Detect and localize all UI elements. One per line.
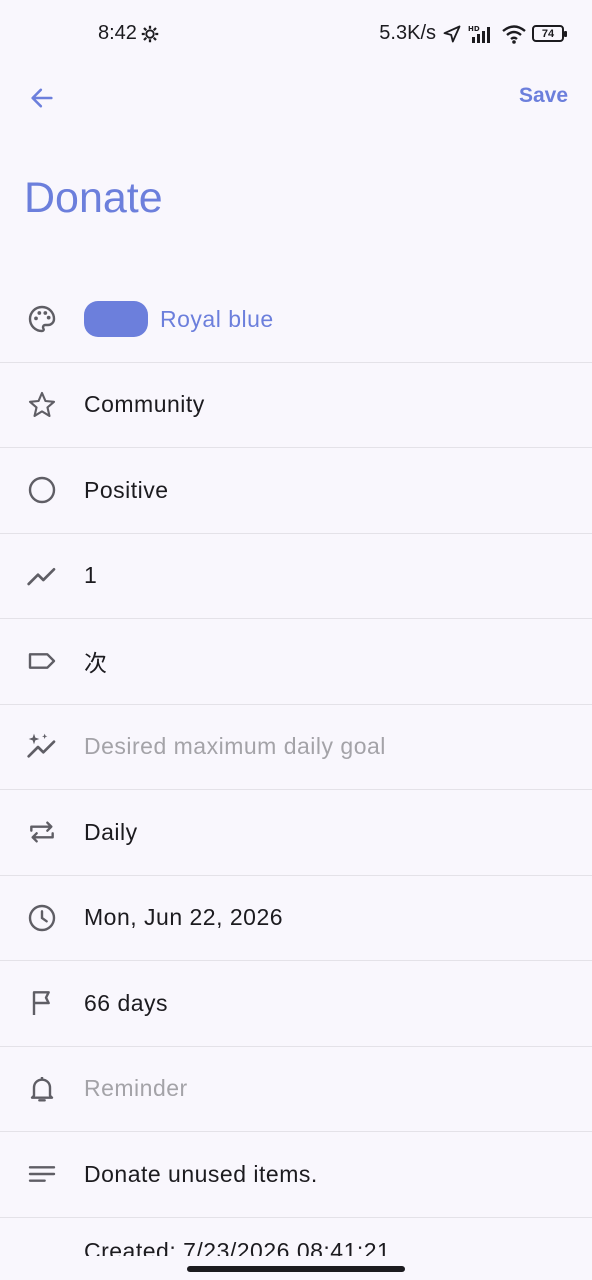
- label-icon: [0, 645, 84, 677]
- frequency-value: Daily: [84, 818, 138, 845]
- row-reminder[interactable]: Reminder: [0, 1047, 592, 1132]
- duration-value: 66 days: [84, 989, 169, 1016]
- row-max-goal[interactable]: Desired maximum daily goal: [0, 705, 592, 790]
- status-time-group: 8:42: [98, 22, 159, 45]
- max-goal-placeholder: Desired maximum daily goal: [84, 733, 386, 760]
- habit-field-list: Royal blue Community Positive 1 次 Desire…: [0, 277, 592, 1280]
- circle-icon: [0, 474, 84, 506]
- hd-signal-icon: HD: [468, 24, 496, 44]
- location-arrow-icon: [442, 24, 462, 44]
- network-speed: 5.3K/s: [379, 22, 436, 44]
- row-duration[interactable]: 66 days: [0, 961, 592, 1047]
- row-type[interactable]: Positive: [0, 448, 592, 534]
- page-title: Donate: [24, 174, 163, 222]
- svg-text:HD: HD: [468, 25, 480, 33]
- row-category[interactable]: Community: [0, 363, 592, 448]
- color-swatch: [84, 301, 148, 338]
- status-right-group: 5.3K/s HD 74: [379, 22, 567, 45]
- status-bar: 8:42 5.3K/s HD 74: [0, 0, 592, 68]
- bell-icon: [0, 1073, 84, 1105]
- reminder-placeholder: Reminder: [84, 1075, 188, 1102]
- row-color[interactable]: Royal blue: [0, 277, 592, 363]
- home-indicator[interactable]: [187, 1266, 405, 1272]
- row-unit[interactable]: 次: [0, 619, 592, 705]
- sparkle-trend-icon: [0, 731, 84, 763]
- color-value: Royal blue: [160, 305, 274, 332]
- unit-value: 次: [84, 650, 108, 677]
- save-button[interactable]: Save: [519, 84, 568, 108]
- row-frequency[interactable]: Daily: [0, 790, 592, 876]
- flag-icon: [0, 987, 84, 1019]
- wifi-icon: [502, 24, 526, 44]
- star-icon: [0, 389, 84, 421]
- category-value: Community: [84, 391, 205, 418]
- back-button[interactable]: [22, 78, 62, 118]
- palette-icon: [0, 303, 84, 335]
- notes-value: Donate unused items.: [84, 1160, 318, 1187]
- start-date-value: Mon, Jun 22, 2026: [84, 904, 284, 931]
- row-start-date[interactable]: Mon, Jun 22, 2026: [0, 876, 592, 961]
- type-value: Positive: [84, 476, 169, 503]
- clock-icon: [0, 902, 84, 934]
- battery-level: 74: [541, 27, 555, 40]
- status-time: 8:42: [98, 22, 137, 44]
- trend-icon: [0, 560, 84, 592]
- top-app-bar: Save: [0, 68, 592, 128]
- battery-icon: 74: [532, 25, 567, 42]
- notes-icon: [0, 1158, 84, 1190]
- target-value: 1: [84, 562, 98, 589]
- arrow-back-icon: [28, 84, 56, 112]
- repeat-icon: [0, 816, 84, 848]
- row-notes[interactable]: Donate unused items.: [0, 1132, 592, 1218]
- settings-icon: [141, 25, 159, 43]
- row-target[interactable]: 1: [0, 534, 592, 619]
